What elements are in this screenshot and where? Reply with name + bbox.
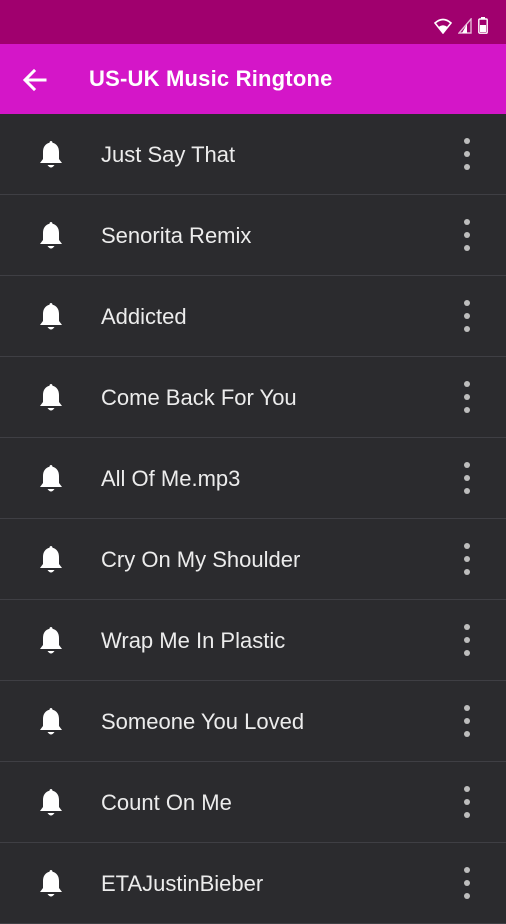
bell-icon [40, 141, 62, 168]
status-icons [434, 16, 488, 34]
list-item[interactable]: Count On Me [0, 762, 506, 843]
bell-icon [40, 384, 62, 411]
bell-icon [40, 465, 62, 492]
ringtone-title: Someone You Loved [101, 709, 305, 734]
list-item[interactable]: Senorita Remix [0, 195, 506, 276]
list-item[interactable]: Wrap Me In Plastic [0, 600, 506, 681]
battery-icon [478, 17, 488, 34]
bell-icon [40, 708, 62, 735]
ringtone-title: ETAJustinBieber [101, 871, 264, 896]
ringtone-title: Cry On My Shoulder [101, 547, 301, 572]
list-item[interactable]: Addicted [0, 276, 506, 357]
more-vertical-icon[interactable] [454, 784, 480, 820]
more-vertical-icon[interactable] [454, 379, 480, 415]
list-item[interactable]: All Of Me.mp3 [0, 438, 506, 519]
ringtone-title: Count On Me [101, 790, 232, 815]
more-vertical-icon[interactable] [454, 460, 480, 496]
arrow-left-icon[interactable] [20, 65, 50, 95]
more-vertical-icon[interactable] [454, 136, 480, 172]
more-vertical-icon[interactable] [454, 541, 480, 577]
bell-icon [40, 789, 62, 816]
ringtone-title: Come Back For You [101, 385, 297, 410]
bell-icon [40, 627, 62, 654]
bell-icon [40, 222, 62, 249]
more-vertical-icon[interactable] [454, 298, 480, 334]
more-vertical-icon[interactable] [454, 217, 480, 253]
more-vertical-icon[interactable] [454, 622, 480, 658]
ringtone-title: Addicted [101, 304, 187, 329]
status-bar [0, 0, 506, 44]
bell-icon [40, 303, 62, 330]
wifi-icon [434, 18, 452, 34]
page-title: US-UK Music Ringtone [89, 66, 333, 91]
more-vertical-icon[interactable] [454, 703, 480, 739]
more-vertical-icon[interactable] [454, 865, 480, 901]
signal-icon [458, 18, 472, 34]
list-item[interactable]: Cry On My Shoulder [0, 519, 506, 600]
ringtone-list: Just Say That Senorita Remix Addicted Come … [0, 114, 506, 924]
ringtone-title: Senorita Remix [101, 223, 252, 248]
bell-icon [40, 870, 62, 897]
bell-icon [40, 546, 62, 573]
ringtone-title: Just Say That [101, 142, 236, 167]
list-item[interactable]: Just Say That [0, 114, 506, 195]
list-item[interactable]: ETAJustinBieber [0, 843, 506, 924]
app-bar: US-UK Music Ringtone [0, 44, 506, 114]
list-item[interactable]: Come Back For You [0, 357, 506, 438]
list-item[interactable]: Someone You Loved [0, 681, 506, 762]
ringtone-title: All Of Me.mp3 [101, 466, 241, 491]
ringtone-title: Wrap Me In Plastic [101, 628, 286, 653]
